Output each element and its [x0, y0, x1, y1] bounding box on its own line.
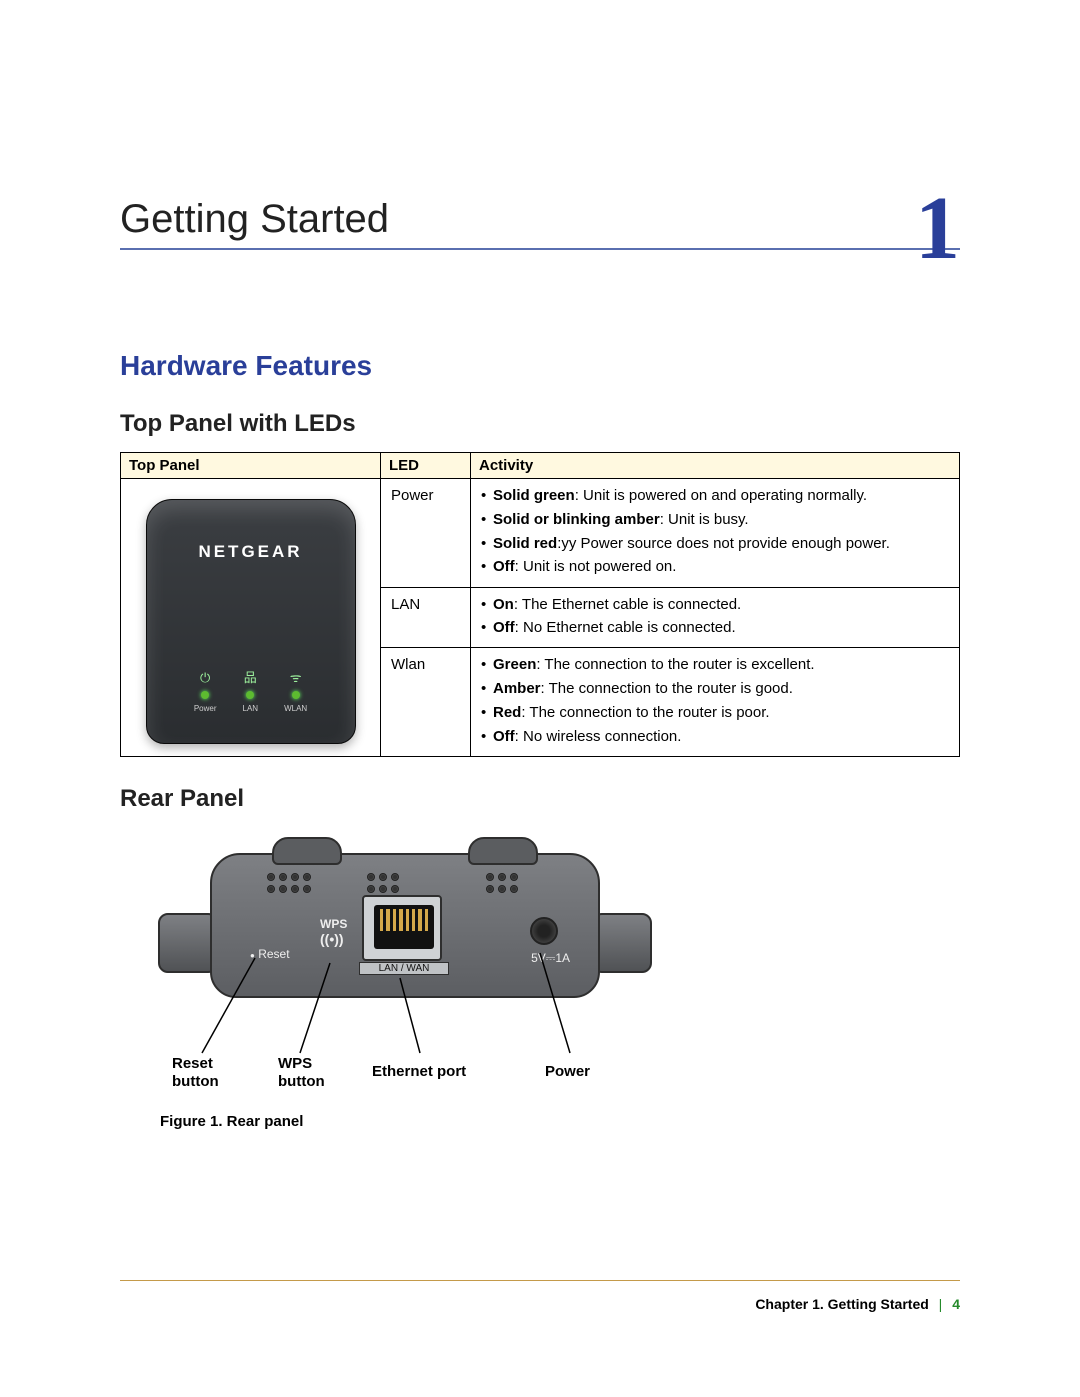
callout-reset: Reset button [172, 1055, 219, 1091]
activity-item: Off: No wireless connection. [481, 726, 949, 748]
th-led: LED [381, 453, 471, 479]
chapter-number: 1 [915, 184, 960, 274]
led-activity-power: Solid green: Unit is powered on and oper… [471, 479, 960, 588]
figure-caption: Figure 1. Rear panel [160, 1113, 960, 1130]
led-name-lan: LAN [381, 587, 471, 648]
chapter-header: Getting Started 1 [120, 190, 960, 250]
activity-item: Off: No Ethernet cable is connected. [481, 617, 949, 639]
rear-body: ● Reset WPS((•)) LAN / WAN 5V⎓1A [210, 853, 600, 998]
activity-item: Amber: The connection to the router is g… [481, 678, 949, 700]
power-jack-icon [530, 917, 558, 945]
activity-item: Red: The connection to the router is poo… [481, 702, 949, 724]
callout-power: Power [545, 1063, 590, 1081]
activity-item: Solid green: Unit is powered on and oper… [481, 485, 949, 507]
rear-power-label: 5V⎓1A [531, 951, 570, 966]
led-wlan-icon: ᯤ WLAN [284, 669, 307, 715]
callout-ethernet: Ethernet port [372, 1063, 466, 1081]
led-power-icon: ⏻ Power [194, 669, 217, 715]
subsection-top-panel: Top Panel with LEDs [120, 410, 960, 438]
rear-reset-label: ● Reset [250, 947, 290, 961]
callout-wps: WPS button [278, 1055, 325, 1091]
section-heading: Hardware Features [120, 350, 960, 382]
device-brand: NETGEAR [147, 500, 355, 565]
chapter-title: Getting Started [120, 197, 389, 248]
activity-item: On: The Ethernet cable is connected. [481, 594, 949, 616]
led-name-power: Power [381, 479, 471, 588]
led-name-wlan: Wlan [381, 648, 471, 757]
activity-item: Solid red:yy Power source does not provi… [481, 533, 949, 555]
footer-rule [120, 1280, 960, 1281]
subsection-rear-panel: Rear Panel [120, 785, 960, 813]
th-activity: Activity [471, 453, 960, 479]
rear-panel-figure: ● Reset WPS((•)) LAN / WAN 5V⎓1A Reset b… [160, 833, 740, 1113]
led-lan-icon: 品 LAN [243, 669, 259, 715]
activity-item: Solid or blinking amber: Unit is busy. [481, 509, 949, 531]
page-footer: Chapter 1. Getting Started | 4 [120, 1296, 960, 1312]
activity-item: Off: Unit is not powered on. [481, 556, 949, 578]
activity-item: Green: The connection to the router is e… [481, 654, 949, 676]
ethernet-port-icon: LAN / WAN [362, 895, 442, 961]
led-table: Top Panel LED Activity NETGEAR ⏻ Power [120, 452, 960, 757]
device-image-cell: NETGEAR ⏻ Power 品 LAN ᯤ [121, 479, 381, 757]
footer-page-number: 4 [952, 1296, 960, 1312]
led-activity-lan: On: The Ethernet cable is connected.Off:… [471, 587, 960, 648]
led-activity-wlan: Green: The connection to the router is e… [471, 648, 960, 757]
device-mock: NETGEAR ⏻ Power 品 LAN ᯤ [146, 499, 356, 744]
footer-chapter: Chapter 1. Getting Started [755, 1296, 928, 1312]
rear-wps-label: WPS((•)) [320, 917, 347, 947]
th-top-panel: Top Panel [121, 453, 381, 479]
